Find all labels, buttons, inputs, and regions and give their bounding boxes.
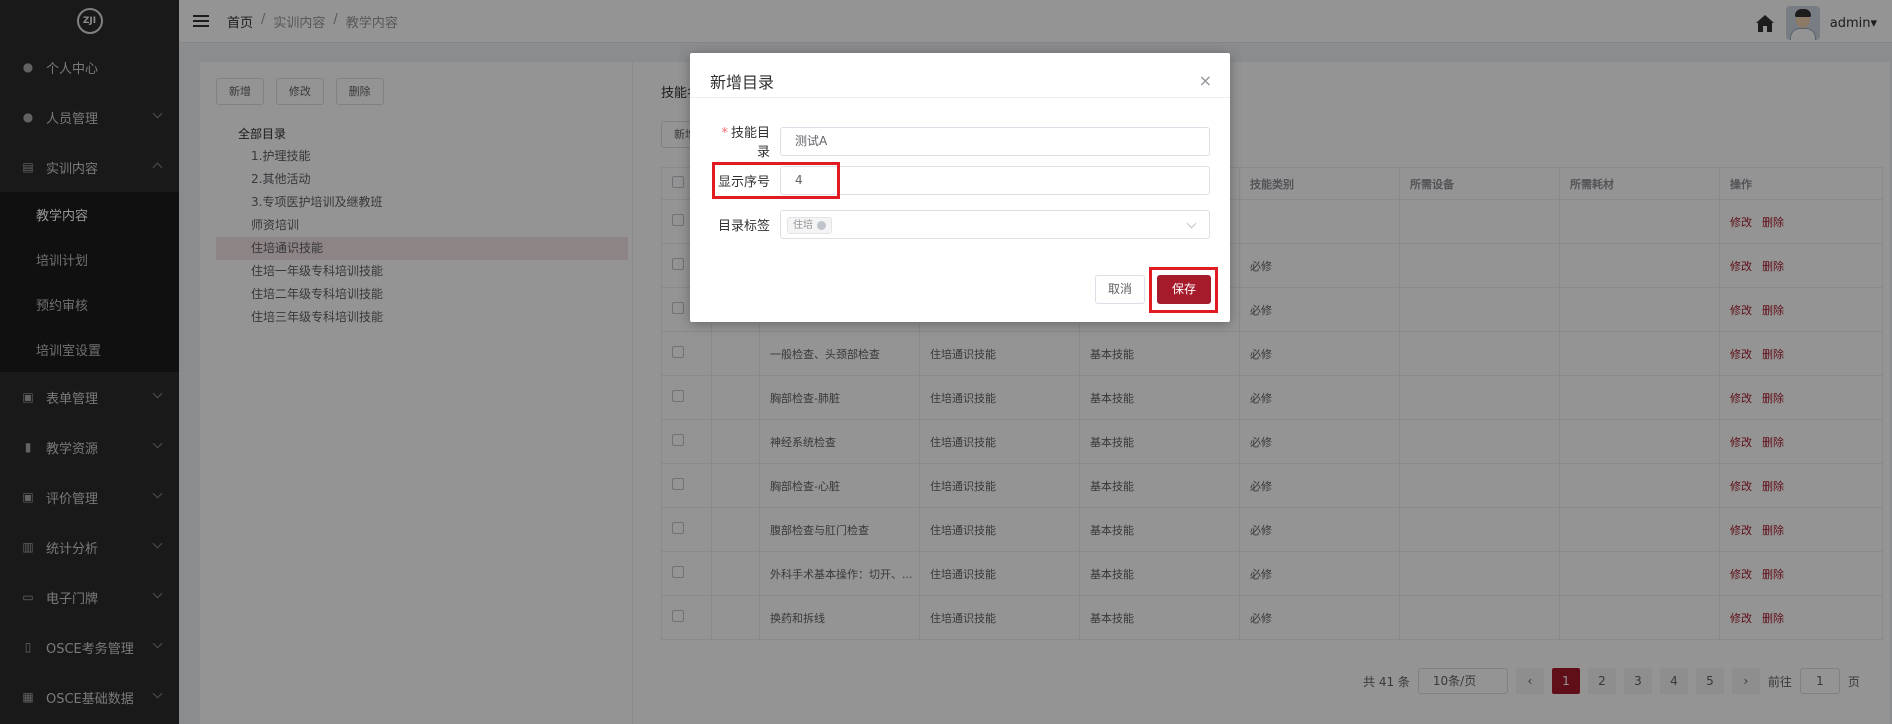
new-directory-dialog: 新增目录 × * 技能目录 测试A 显示序号 4 目录标签 住培 取消 保存 [690,53,1230,322]
directory-tags-select[interactable]: 住培 [780,210,1210,239]
dialog-title: 新增目录 [710,73,775,92]
required-mark: * [721,126,728,141]
form-label-text: 技能目录 [730,126,770,160]
form-row-tags: 目录标签 住培 [710,210,1210,239]
tag-remove-icon[interactable] [817,221,826,230]
form-row-directory: * 技能目录 测试A [710,122,1210,160]
highlight-box-save [1149,267,1218,313]
tag-label: 住培 [793,220,813,231]
form-label: * 技能目录 [710,122,780,160]
close-icon[interactable]: × [1199,71,1212,90]
tag-chip: 住培 [787,217,832,234]
dialog-header-divider [690,97,1230,98]
chevron-down-icon [1186,218,1197,229]
form-label: 目录标签 [717,219,770,234]
display-order-input[interactable]: 4 [780,166,1210,195]
cancel-button[interactable]: 取消 [1095,275,1146,304]
directory-name-input[interactable]: 测试A [780,126,1210,156]
highlight-box-order [712,162,840,199]
